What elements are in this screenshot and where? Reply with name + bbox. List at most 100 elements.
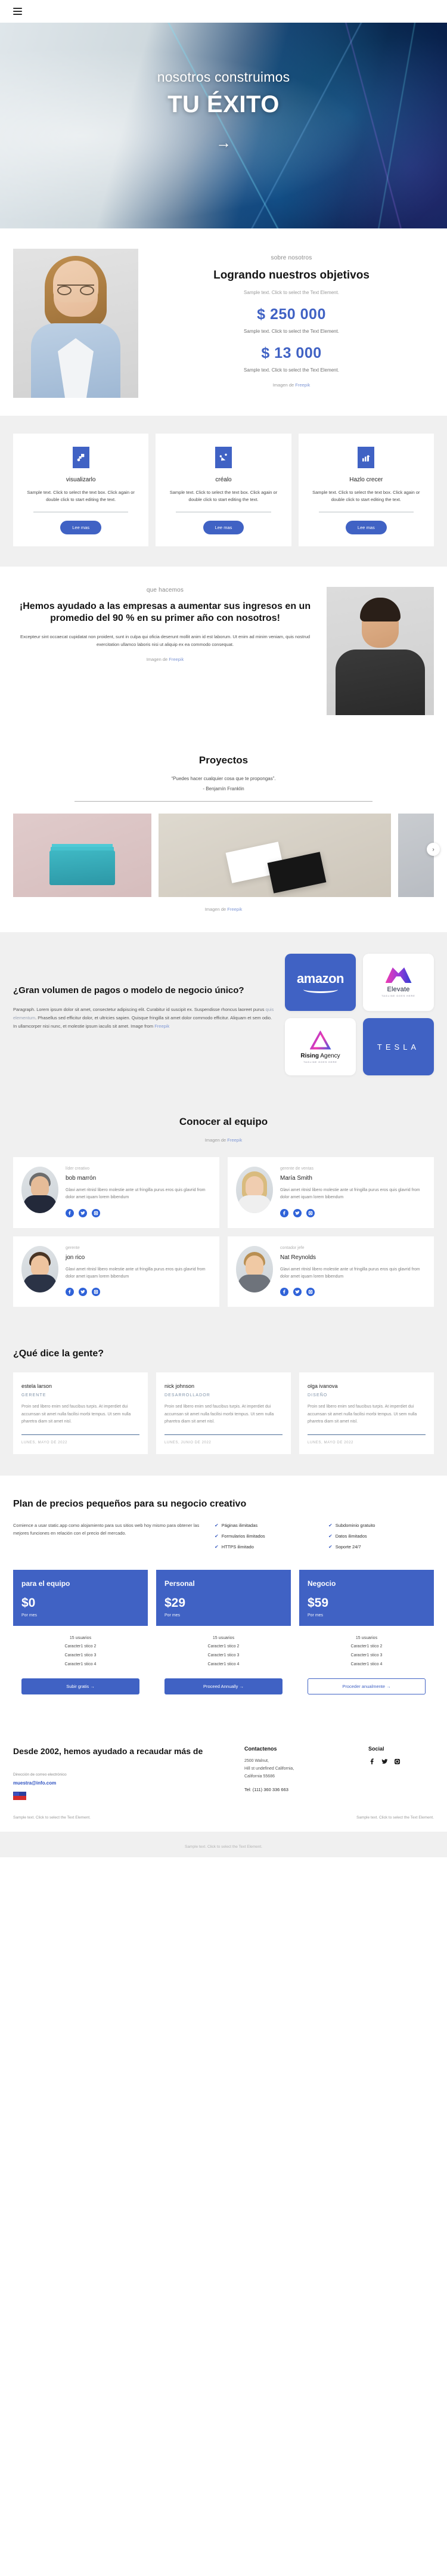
check-icon: ✔ (215, 1544, 219, 1550)
footer-contact-title: Contactenos (244, 1746, 277, 1752)
check-icon: ✔ (328, 1544, 333, 1550)
whatwedo-photo (327, 587, 434, 715)
hero-subtitle: nosotros construimos (157, 69, 290, 85)
plan-feature: 15 usuarios (212, 1635, 235, 1640)
pricing-plan-card: Personal $29 Por mes 15 usuarios Caracte… (156, 1569, 291, 1705)
footer-social-title: Social (368, 1746, 384, 1752)
facebook-icon[interactable] (66, 1208, 74, 1217)
payments-paragraph: Paragraph. Lorem ipsum dolor sit amet, c… (13, 1006, 275, 1031)
about-eyebrow: sobre nosotros (271, 255, 312, 261)
whatwedo-credit-prefix: Imagen de (146, 657, 169, 663)
pricing-feature-list: ✔ Páginas ilimitadas ✔ Subdominio gratuito… (215, 1522, 434, 1550)
logo-card-amazon[interactable]: amazon (285, 954, 356, 1011)
footer-telephone[interactable]: Tel: (111) 360 336 663 (244, 1787, 358, 1792)
logo-grid: amazon Elevate TAGLINE GOES HERE Rising … (285, 954, 434, 1075)
payments-freepik-link[interactable]: Freepik (154, 1023, 169, 1029)
projects-quote-author: - Benjamín Franklin (203, 786, 244, 791)
hero-arrow-icon[interactable]: → (216, 135, 231, 150)
team-member-name: jon rico (66, 1254, 85, 1261)
feature-card: créalo Sample text. Click to select the … (156, 434, 291, 546)
logo-card-tesla[interactable]: TESLA (363, 1018, 434, 1075)
facebook-icon[interactable] (280, 1288, 288, 1296)
projects-credit-link[interactable]: Freepik (227, 907, 242, 912)
plan-cta-button[interactable]: Proceed Annually → (164, 1678, 283, 1695)
team-member-role: gerente (66, 1245, 80, 1250)
testimonial-name: estela larson (21, 1383, 52, 1389)
plan-price: $59 (308, 1595, 329, 1610)
plan-period: Por mes (308, 1613, 324, 1618)
project-slide[interactable] (398, 814, 434, 897)
footer-bottom-right: Sample text. Click to select the Text El… (356, 1815, 434, 1820)
plan-name: Personal (164, 1579, 195, 1588)
hamburger-menu-icon[interactable] (13, 8, 22, 15)
team-member-socials (280, 1288, 426, 1296)
projects-heading: Proyectos (198, 754, 249, 766)
feature-read-more-button[interactable]: Lee mas (345, 521, 387, 534)
team-member-socials (280, 1208, 426, 1217)
team-member-card: gerente de ventas María Smith Glavi amet… (228, 1157, 434, 1228)
testimonials-heading: ¿Qué dice la gente? (13, 1349, 104, 1359)
project-slide[interactable] (13, 814, 151, 897)
testimonial-text: Proin sed libero enim sed faucibus turpi… (308, 1405, 417, 1424)
instagram-icon[interactable] (92, 1208, 100, 1217)
logo-card-elevate[interactable]: Elevate TAGLINE GOES HERE (363, 954, 434, 1011)
feature-read-more-button[interactable]: Lee mas (60, 521, 102, 534)
project-slide[interactable] (159, 814, 391, 897)
carousel-next-icon[interactable]: › (427, 843, 440, 856)
facebook-icon[interactable] (368, 1758, 376, 1765)
twitter-icon[interactable] (79, 1208, 87, 1217)
rising-agency-mark-icon (309, 1030, 331, 1050)
instagram-icon[interactable] (306, 1208, 315, 1217)
twitter-icon[interactable] (293, 1208, 302, 1217)
twitter-icon[interactable] (293, 1288, 302, 1296)
amazon-smile-icon (303, 986, 338, 993)
twitter-icon[interactable] (79, 1288, 87, 1296)
tesla-logo-text: TESLA (377, 1042, 420, 1052)
instagram-icon[interactable] (393, 1758, 401, 1765)
testimonial-role: DESARROLLADOR (164, 1393, 210, 1397)
plan-feature: Caracter1 stico 3 (207, 1653, 240, 1657)
testimonial-role: GERENTE (21, 1393, 46, 1397)
rising-agency-name-rest: Agency (318, 1052, 340, 1059)
footer-subscribe-label: Dirección de correo electrónico (13, 1772, 67, 1777)
feature-card: Hazlo crecer Sample text. Click to selec… (298, 434, 434, 546)
divider (21, 1434, 139, 1435)
elevate-tagline: TAGLINE GOES HERE (381, 995, 415, 997)
pricing-feature-label: Formularios ilimitados (221, 1533, 265, 1539)
pricing-feature-label: Soporte 24/7 (335, 1544, 361, 1550)
check-icon: ✔ (215, 1533, 219, 1539)
team-member-card: gerente jon rico Glavi amet ritnisl libe… (13, 1236, 219, 1307)
testimonial-card: nick johnson DESARROLLADOR Proin sed lib… (156, 1372, 291, 1454)
feature-read-more-button[interactable]: Lee mas (203, 521, 244, 534)
testimonial-text: Proin sed libero enim sed faucibus turpi… (21, 1405, 131, 1424)
plan-feature: Caracter1 stico 2 (207, 1644, 240, 1649)
twitter-icon[interactable] (381, 1758, 389, 1765)
team-member-name: bob marrón (66, 1175, 97, 1182)
plan-cta-button[interactable]: Proceder anualmente → (308, 1678, 426, 1695)
instagram-icon[interactable] (306, 1288, 315, 1296)
facebook-icon[interactable] (66, 1288, 74, 1296)
team-grid: líder creativo bob marrón Glavi amet rit… (13, 1157, 434, 1307)
footer-address-line-1: 2500 Walnut, (244, 1759, 269, 1764)
plan-cta-button[interactable]: Subir gratis → (21, 1678, 139, 1695)
pricing-feature: ✔ Soporte 24/7 (328, 1544, 434, 1550)
team-credit-link[interactable]: Freepik (227, 1137, 242, 1143)
testimonial-date: LUNES, JUNIO DE 2022 (164, 1440, 212, 1445)
team-member-card: contador jefe Nat Reynolds Glavi amet ri… (228, 1236, 434, 1307)
footer-socials (368, 1758, 434, 1765)
logo-card-rising-agency[interactable]: Rising Agency TAGLINE GOES HERE (285, 1018, 356, 1075)
about-credit-link[interactable]: Freepik (295, 382, 310, 388)
elevate-mark-icon (385, 967, 412, 983)
about-stat-2: $ 13 000 (261, 345, 322, 362)
plan-name: para el equipo (21, 1579, 70, 1588)
pricing-description: Comience a usar static.app como alojamie… (13, 1522, 200, 1536)
pricing-feature-label: Páginas ilimitadas (221, 1522, 258, 1528)
footer-heading: Desde 2002, hemos ayudado a recaudar más… (13, 1746, 203, 1756)
facebook-icon[interactable] (280, 1208, 288, 1217)
footer-email[interactable]: muestra@info.com (13, 1780, 234, 1786)
instagram-icon[interactable] (92, 1288, 100, 1296)
whatwedo-credit-link[interactable]: Freepik (169, 657, 184, 662)
footer: Desde 2002, hemos ayudado a recaudar más… (0, 1725, 447, 1832)
footer-address-line-2: Hill st undefined California, (244, 1767, 294, 1771)
team-heading: Conocer al equipo (179, 1116, 268, 1127)
